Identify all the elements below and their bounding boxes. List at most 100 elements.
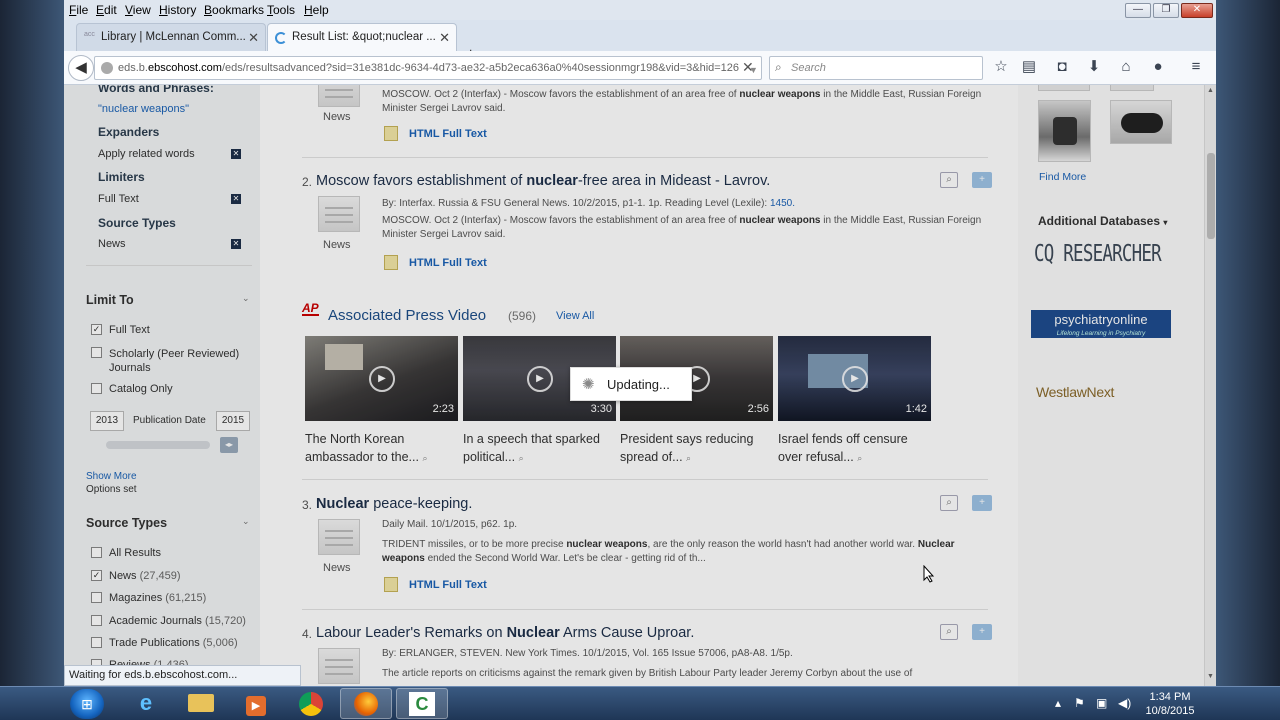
show-more-link[interactable]: Show More [86, 471, 137, 482]
show-hidden-icons-icon[interactable]: ▴ [1055, 696, 1061, 710]
preview-icon[interactable]: ⌕ [940, 624, 958, 640]
html-full-text-link[interactable]: HTML Full Text [382, 255, 487, 270]
additional-databases-heading[interactable]: Additional Databases ▾ [1038, 214, 1167, 228]
html-full-text-link[interactable]: HTML Full Text [382, 577, 487, 592]
video-caption[interactable]: Israel fends off censure over refusal...… [778, 430, 928, 467]
close-tab-icon[interactable]: ✕ [439, 30, 450, 46]
remove-limiter-icon[interactable]: ✕ [231, 194, 241, 204]
url-bar[interactable]: eds.b.ebscohost.com/eds/resultsadvanced?… [94, 56, 762, 80]
close-window-button[interactable]: ✕ [1181, 3, 1213, 18]
magazines-checkbox[interactable] [91, 592, 102, 603]
restore-button[interactable]: ❐ [1153, 3, 1179, 18]
all-results-checkbox[interactable] [91, 547, 102, 558]
play-icon[interactable]: ▶ [527, 366, 553, 392]
close-tab-icon[interactable]: ✕ [248, 30, 259, 46]
menu-tools[interactable]: Tools [267, 3, 295, 17]
file-explorer-icon[interactable] [175, 688, 227, 719]
download-icon[interactable]: ⬇ [1084, 57, 1104, 77]
preview-icon[interactable]: ⌕ [857, 453, 862, 463]
limit-to-title[interactable]: Limit To [86, 293, 134, 307]
hamburger-menu-icon[interactable]: ≡ [1186, 57, 1206, 77]
tab-result-list[interactable]: Result List: &quot;nuclear ... ✕ [267, 23, 457, 51]
source-types-title[interactable]: Source Types [86, 516, 167, 530]
bookmark-star-icon[interactable]: ☆ [991, 57, 1011, 77]
reading-list-icon[interactable]: ▤ [1019, 57, 1039, 77]
preview-icon[interactable]: ⌕ [519, 453, 524, 463]
play-icon[interactable]: ▶ [842, 366, 868, 392]
video-caption[interactable]: The North Korean ambassador to the... ⌕ [305, 430, 455, 467]
result-title[interactable]: Nuclear peace-keeping. [316, 496, 472, 512]
full-text-checkbox[interactable]: ✓ [91, 324, 102, 335]
play-icon[interactable]: ▶ [369, 366, 395, 392]
related-image[interactable] [1110, 100, 1172, 144]
news-thumbnail[interactable] [318, 519, 360, 555]
menu-view[interactable]: View [125, 3, 151, 17]
add-to-folder-icon[interactable]: + [972, 172, 992, 188]
add-to-folder-icon[interactable]: + [972, 624, 992, 640]
firefox-icon[interactable] [340, 688, 392, 719]
scroll-up-icon[interactable]: ▲ [1207, 87, 1214, 94]
preview-icon[interactable]: ⌕ [422, 453, 427, 463]
preview-icon[interactable]: ⌕ [940, 495, 958, 511]
news-thumbnail[interactable] [318, 648, 360, 684]
scholarly-checkbox[interactable] [91, 347, 102, 358]
start-button[interactable]: ⊞ [70, 689, 104, 719]
words-phrases-value[interactable]: "nuclear weapons" [98, 103, 189, 115]
volume-icon[interactable]: ◀) [1118, 696, 1131, 710]
related-image[interactable] [1038, 100, 1091, 162]
chevron-down-icon[interactable]: ⌄ [242, 293, 250, 304]
menu-file[interactable]: File [69, 3, 88, 17]
date-to-input[interactable]: 2015 [216, 411, 250, 431]
preview-icon[interactable]: ⌕ [940, 172, 958, 188]
media-player-icon[interactable]: ▶ [230, 688, 282, 719]
chrome-icon[interactable] [285, 688, 337, 719]
menu-bookmarks[interactable]: Bookmarks [204, 3, 264, 17]
options-set-link[interactable]: Options set [86, 484, 137, 495]
html-full-text-link[interactable]: HTML Full Text [382, 126, 487, 141]
ap-video-title[interactable]: Associated Press Video [328, 307, 486, 324]
cq-researcher-logo[interactable]: CQ RESEARCHER [1034, 241, 1162, 267]
related-image[interactable] [1038, 85, 1090, 91]
scrollbar-thumb[interactable] [1207, 153, 1215, 239]
view-all-link[interactable]: View All [556, 310, 594, 322]
network-icon[interactable]: ▣ [1096, 696, 1107, 710]
stop-loading-icon[interactable]: ✕ [742, 59, 754, 76]
related-image[interactable] [1110, 85, 1154, 91]
home-icon[interactable]: ⌂ [1116, 57, 1136, 77]
video-thumbnail[interactable]: ▶ 2:23 [305, 336, 458, 421]
action-center-flag-icon[interactable]: ⚑ [1074, 696, 1085, 710]
westlawnext-logo[interactable]: WestlawNext [1036, 384, 1114, 400]
chevron-down-icon[interactable]: ⌄ [242, 516, 250, 527]
result-title[interactable]: Labour Leader's Remarks on Nuclear Arms … [316, 625, 694, 641]
date-slider-handle[interactable]: ◂▸ [220, 437, 238, 453]
trade-publications-checkbox[interactable] [91, 637, 102, 648]
academic-journals-checkbox[interactable] [91, 615, 102, 626]
search-box[interactable]: ⌕ Search [769, 56, 983, 80]
video-caption[interactable]: In a speech that sparked political... ⌕ [463, 430, 613, 467]
menu-help[interactable]: Help [304, 3, 329, 17]
news-thumbnail[interactable] [318, 85, 360, 107]
remove-source-type-icon[interactable]: ✕ [231, 239, 241, 249]
add-to-folder-icon[interactable]: + [972, 495, 992, 511]
remove-expander-icon[interactable]: ✕ [231, 149, 241, 159]
find-more-link[interactable]: Find More [1039, 171, 1086, 183]
pocket-icon[interactable]: ◘ [1052, 57, 1072, 77]
news-thumbnail[interactable] [318, 196, 360, 232]
video-thumbnail[interactable]: ▶ 1:42 [778, 336, 931, 421]
lexile-link[interactable]: 1450. [770, 198, 795, 209]
news-checkbox[interactable]: ✓ [91, 570, 102, 581]
tab-library[interactable]: acc Library | McLennan Comm... ✕ [76, 23, 266, 51]
internet-explorer-icon[interactable]: e [120, 688, 172, 719]
date-from-input[interactable]: 2013 [90, 411, 124, 431]
result-title[interactable]: Moscow favors establishment of nuclear-f… [316, 173, 770, 189]
date-slider-track[interactable] [106, 441, 210, 449]
menu-history[interactable]: History [159, 3, 196, 17]
page-scrollbar[interactable]: ▲ ▼ [1204, 85, 1216, 686]
camtasia-icon[interactable]: C [396, 688, 448, 719]
preview-icon[interactable]: ⌕ [686, 453, 691, 463]
menu-edit[interactable]: Edit [96, 3, 117, 17]
scroll-down-icon[interactable]: ▼ [1207, 673, 1214, 680]
chat-icon[interactable]: ● [1148, 57, 1168, 77]
video-caption[interactable]: President says reducing spread of... ⌕ [620, 430, 770, 467]
system-clock[interactable]: 1:34 PM 10/8/2015 [1140, 690, 1200, 718]
